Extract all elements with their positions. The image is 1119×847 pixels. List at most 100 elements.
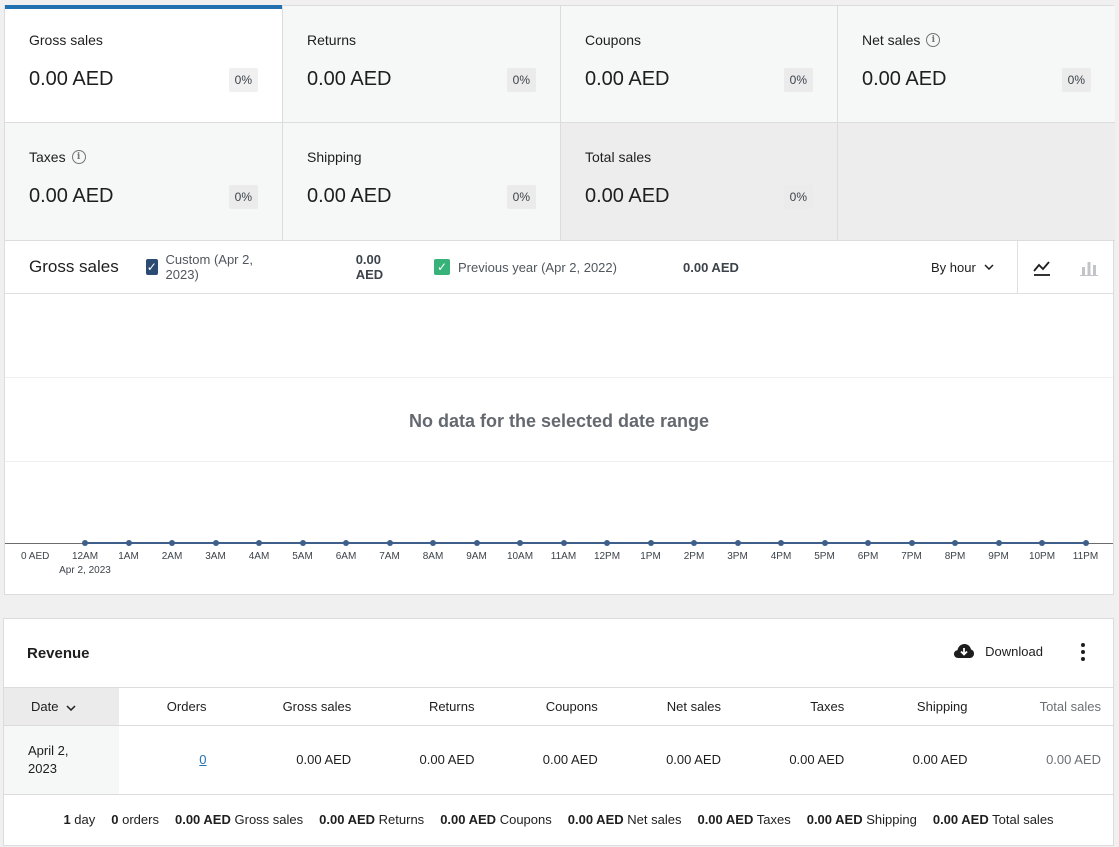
column-header-date[interactable]: Date bbox=[4, 688, 119, 726]
tile-label: Returns bbox=[307, 32, 357, 48]
summary-item: 0.00 AED Taxes bbox=[697, 812, 791, 827]
chart-type-toggle bbox=[1017, 241, 1113, 294]
data-point[interactable] bbox=[125, 540, 132, 546]
data-point[interactable] bbox=[865, 540, 871, 546]
data-point[interactable] bbox=[299, 540, 306, 546]
cell-shipping: 0.00 AED bbox=[856, 725, 980, 795]
legend-value: 0.00 AED bbox=[683, 259, 739, 275]
checkbox-checked-icon[interactable]: ✓ bbox=[434, 259, 450, 275]
tile-value: 0.00 AED bbox=[585, 185, 670, 207]
tile-delta: 0% bbox=[228, 185, 258, 209]
data-point[interactable] bbox=[604, 540, 610, 546]
x-tick-label: 7PM bbox=[901, 551, 922, 562]
x-tick-label: 6PM bbox=[857, 551, 879, 562]
info-icon[interactable]: i bbox=[926, 33, 941, 47]
column-header-returns[interactable]: Returns bbox=[363, 688, 487, 726]
legend-item-previous[interactable]: ✓ Previous year (Apr 2, 2022) 0.00 AED bbox=[434, 259, 739, 275]
data-point[interactable] bbox=[952, 540, 958, 546]
data-point[interactable] bbox=[343, 540, 349, 546]
data-point[interactable] bbox=[691, 540, 697, 546]
summary-item: 0.00 AED Net sales bbox=[567, 812, 682, 827]
orders-link[interactable]: 0 bbox=[199, 752, 206, 767]
x-tick-label: 10PM bbox=[1028, 551, 1056, 562]
legend-label: Previous year (Apr 2, 2022) bbox=[458, 259, 617, 275]
tile-label: Gross sales bbox=[29, 32, 103, 48]
x-tick-label: 1AM bbox=[118, 551, 139, 562]
x-tick-label: 8AM bbox=[422, 551, 444, 562]
cell-total-sales: 0.00 AED bbox=[979, 725, 1113, 795]
tile-delta: 0% bbox=[783, 185, 813, 209]
x-tick-label: 5AM bbox=[292, 551, 313, 562]
chart-header: Gross sales ✓ Custom (Apr 2, 2023) 0.00 … bbox=[5, 241, 1113, 294]
checkbox-checked-icon[interactable]: ✓ bbox=[146, 259, 158, 275]
summary-item: 0.00 AED Gross sales bbox=[174, 812, 304, 827]
tile-returns[interactable]: Returns 0.00 AED 0% bbox=[283, 6, 561, 123]
column-header-total-sales[interactable]: Total sales bbox=[979, 688, 1113, 726]
x-tick-label: 9PM bbox=[988, 551, 1009, 562]
data-point[interactable] bbox=[560, 540, 567, 546]
data-point[interactable] bbox=[430, 540, 436, 546]
y-axis-label: 0 AED bbox=[21, 551, 50, 562]
cell-gross-sales: 0.00 AED bbox=[218, 725, 364, 795]
table-header-row: Date Orders Gross sales Returns Coupons … bbox=[4, 688, 1113, 726]
x-tick-label: 8PM bbox=[944, 551, 966, 562]
tile-delta: 0% bbox=[506, 185, 536, 209]
chart-title: Gross sales bbox=[29, 257, 119, 276]
summary-tiles: Gross sales 0.00 AED 0% Returns 0.00 AED… bbox=[5, 5, 1115, 241]
column-header-shipping[interactable]: Shipping bbox=[856, 688, 980, 726]
more-options-icon[interactable] bbox=[1081, 643, 1085, 661]
tile-gross-sales[interactable]: Gross sales 0.00 AED 0% bbox=[5, 5, 283, 123]
interval-select[interactable]: By hour bbox=[931, 260, 994, 275]
data-point[interactable] bbox=[1082, 540, 1089, 546]
data-point[interactable] bbox=[386, 540, 393, 546]
tile-label: Total sales bbox=[585, 149, 652, 165]
report-frame: Gross sales 0.00 AED 0% Returns 0.00 AED… bbox=[4, 5, 1115, 595]
column-header-gross-sales[interactable]: Gross sales bbox=[218, 688, 364, 726]
revenue-panel: Revenue Download Date Orders Gross sales… bbox=[3, 618, 1114, 846]
data-point[interactable] bbox=[778, 540, 784, 546]
column-header-net-sales[interactable]: Net sales bbox=[609, 688, 733, 726]
bar-chart-icon[interactable] bbox=[1079, 258, 1099, 278]
x-tick-label: 4PM bbox=[770, 551, 792, 562]
data-point[interactable] bbox=[169, 540, 175, 546]
data-point[interactable] bbox=[212, 540, 219, 546]
data-point[interactable] bbox=[647, 540, 654, 546]
x-tick-label: 11AM bbox=[550, 551, 577, 562]
tile-value: 0.00 AED bbox=[862, 68, 947, 90]
data-point[interactable] bbox=[908, 540, 915, 546]
summary-item: 1 day bbox=[63, 812, 96, 827]
tile-coupons[interactable]: Coupons 0.00 AED 0% bbox=[561, 6, 838, 123]
data-point[interactable] bbox=[473, 540, 480, 546]
data-point[interactable] bbox=[517, 540, 523, 546]
table-row: April 2, 2023 0 0.00 AED 0.00 AED 0.00 AE… bbox=[4, 725, 1113, 795]
tile-label: Coupons bbox=[585, 32, 642, 48]
column-header-taxes[interactable]: Taxes bbox=[733, 688, 857, 726]
summary-item: 0.00 AED Returns bbox=[319, 812, 425, 827]
data-point[interactable] bbox=[821, 540, 828, 546]
column-header-orders[interactable]: Orders bbox=[119, 688, 219, 726]
data-point[interactable] bbox=[734, 540, 741, 546]
download-button[interactable]: Download bbox=[953, 643, 1043, 659]
info-icon[interactable]: i bbox=[71, 150, 86, 164]
tile-label: Shipping bbox=[307, 149, 362, 165]
cell-net-sales: 0.00 AED bbox=[609, 725, 733, 795]
series-line-current bbox=[85, 542, 1085, 544]
table-summary: 1 day 0 orders 0.00 AED Gross sales 0.00 AE… bbox=[4, 795, 1113, 845]
legend-value: 0.00 AED bbox=[355, 252, 384, 282]
data-point[interactable] bbox=[82, 540, 88, 546]
column-header-coupons[interactable]: Coupons bbox=[486, 688, 610, 726]
tile-net-sales[interactable]: Net sales i 0.00 AED 0% bbox=[838, 6, 1115, 123]
legend-item-current[interactable]: ✓ Custom (Apr 2, 2023) 0.00 AED bbox=[146, 252, 396, 282]
tile-empty bbox=[838, 123, 1115, 241]
tile-shipping[interactable]: Shipping 0.00 AED 0% bbox=[283, 123, 561, 241]
tile-total-sales[interactable]: Total sales 0.00 AED 0% bbox=[561, 123, 838, 241]
tile-delta: 0% bbox=[228, 68, 258, 92]
tile-delta: 0% bbox=[783, 68, 813, 92]
data-point[interactable] bbox=[256, 540, 262, 546]
data-point[interactable] bbox=[1039, 540, 1045, 546]
x-tick-label: 12PM bbox=[593, 551, 621, 562]
line-chart-icon[interactable] bbox=[1032, 258, 1052, 278]
tile-taxes[interactable]: Taxes i 0.00 AED 0% bbox=[5, 123, 283, 241]
data-point[interactable] bbox=[995, 540, 1002, 546]
tile-value: 0.00 AED bbox=[307, 68, 392, 90]
